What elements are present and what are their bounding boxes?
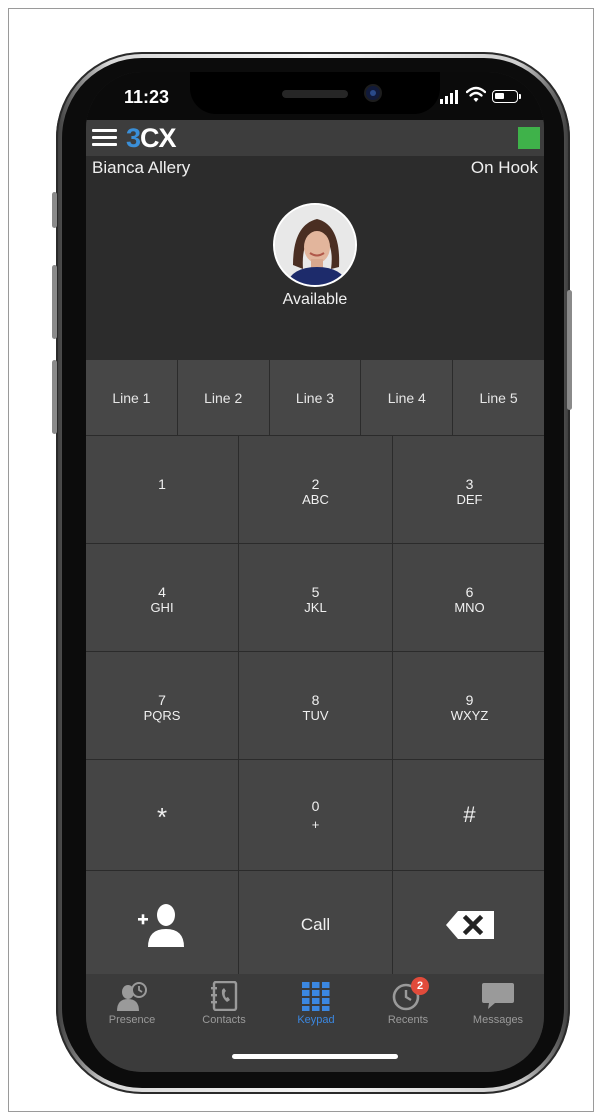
- volume-down-button: [52, 360, 57, 434]
- tab-label: Presence: [108, 1014, 156, 1026]
- tab-label: Messages: [472, 1014, 524, 1026]
- app-header: 3CX: [86, 120, 544, 156]
- tab-label: Contacts: [202, 1014, 246, 1026]
- key-digit: 4: [158, 584, 166, 600]
- backspace-icon: [445, 910, 494, 939]
- key-7[interactable]: 7 PQRS: [86, 652, 238, 759]
- tab-recents[interactable]: 2 Recents: [362, 974, 454, 1038]
- keypad-icon: [302, 982, 330, 1011]
- contacts-icon: [211, 980, 238, 1012]
- mute-switch: [52, 192, 57, 228]
- availability-status: Available: [282, 291, 348, 308]
- line-3-button[interactable]: Line 3: [269, 360, 362, 436]
- power-button: [567, 290, 572, 410]
- line-5-button[interactable]: Line 5: [453, 360, 544, 436]
- key-letters: PQRS: [143, 708, 181, 723]
- signal-icon: [440, 90, 460, 104]
- key-3[interactable]: 3 DEF: [393, 436, 544, 543]
- key-hash[interactable]: #: [393, 760, 544, 870]
- key-5[interactable]: 5 JKL: [239, 544, 392, 651]
- key-2[interactable]: 2 ABC: [239, 436, 392, 543]
- tab-label: Recents: [387, 1014, 429, 1026]
- key-6[interactable]: 6 MNO: [393, 544, 544, 651]
- key-digit: 5: [311, 584, 320, 600]
- key-letters: TUV: [302, 708, 329, 723]
- key-digit: 8: [311, 692, 320, 708]
- speaker-grille: [282, 90, 348, 98]
- add-contact-icon: [138, 903, 184, 947]
- status-time: 11:23: [124, 87, 170, 107]
- key-digit: 1: [158, 476, 166, 492]
- 3cx-logo: 3CX: [126, 123, 177, 153]
- bottom-tab-bar: Presence Contacts Keypad 2 Recents Messa…: [86, 974, 544, 1072]
- battery-icon: [492, 90, 521, 103]
- key-letters: JKL: [304, 600, 327, 615]
- tab-presence[interactable]: Presence: [86, 974, 178, 1038]
- line-1-button[interactable]: Line 1: [86, 360, 178, 436]
- key-digit: 9: [465, 692, 474, 708]
- hamburger-menu-icon[interactable]: [92, 129, 117, 147]
- call-label: Call: [300, 914, 331, 934]
- add-contact-button[interactable]: [86, 871, 238, 978]
- status-bar: 11:23: [86, 72, 544, 120]
- key-letters: DEF: [456, 492, 483, 507]
- key-digit: 3: [465, 476, 474, 492]
- tab-label: Keypad: [297, 1014, 335, 1026]
- key-0[interactable]: 0 +: [239, 760, 392, 870]
- key-4[interactable]: 4 GHI: [86, 544, 238, 651]
- key-9[interactable]: 9 WXYZ: [393, 652, 544, 759]
- user-name: Bianca Allery: [92, 158, 191, 177]
- backspace-button[interactable]: [393, 871, 544, 978]
- key-digit: *: [156, 802, 168, 832]
- profile-panel: Bianca Allery On Hook Available: [86, 156, 544, 360]
- presence-icon: [117, 982, 147, 1011]
- phone-screen: 11:23 3CX Bianca Allery On Hook Availabl…: [86, 72, 544, 1072]
- key-letters: MNO: [454, 600, 485, 615]
- dial-keypad: 1 2 ABC 3 DEF 4 GHI 5 JKL 6 MNO 7 PQRS 8: [86, 436, 544, 978]
- front-camera: [366, 86, 380, 100]
- key-8[interactable]: 8 TUV: [239, 652, 392, 759]
- line-4-button[interactable]: Line 4: [361, 360, 454, 436]
- key-1[interactable]: 1: [86, 436, 238, 543]
- tab-keypad[interactable]: Keypad: [270, 974, 362, 1038]
- hook-status: On Hook: [470, 158, 538, 177]
- notch: [190, 72, 440, 114]
- key-digit: #: [463, 802, 476, 827]
- key-digit: 2: [311, 476, 320, 492]
- key-letters: ABC: [302, 492, 329, 507]
- volume-up-button: [52, 265, 57, 339]
- tab-messages[interactable]: Messages: [452, 974, 544, 1038]
- presence-status-indicator[interactable]: [518, 127, 540, 149]
- key-digit: 6: [465, 584, 474, 600]
- tab-contacts[interactable]: Contacts: [178, 974, 270, 1038]
- key-digit: 7: [158, 692, 166, 708]
- key-letters: GHI: [150, 600, 174, 615]
- recents-badge: 2: [411, 977, 429, 995]
- user-avatar[interactable]: [273, 203, 357, 287]
- key-star[interactable]: *: [86, 760, 238, 870]
- home-indicator[interactable]: [232, 1054, 398, 1059]
- key-digit: 0: [311, 797, 320, 814]
- wifi-icon: [466, 86, 486, 102]
- key-letters: +: [311, 816, 320, 832]
- call-button[interactable]: Call: [239, 871, 392, 978]
- key-letters: WXYZ: [450, 708, 489, 723]
- line-selector: Line 1 Line 2 Line 3 Line 4 Line 5: [86, 360, 544, 436]
- line-2-button[interactable]: Line 2: [177, 360, 270, 436]
- messages-icon: [482, 983, 514, 1009]
